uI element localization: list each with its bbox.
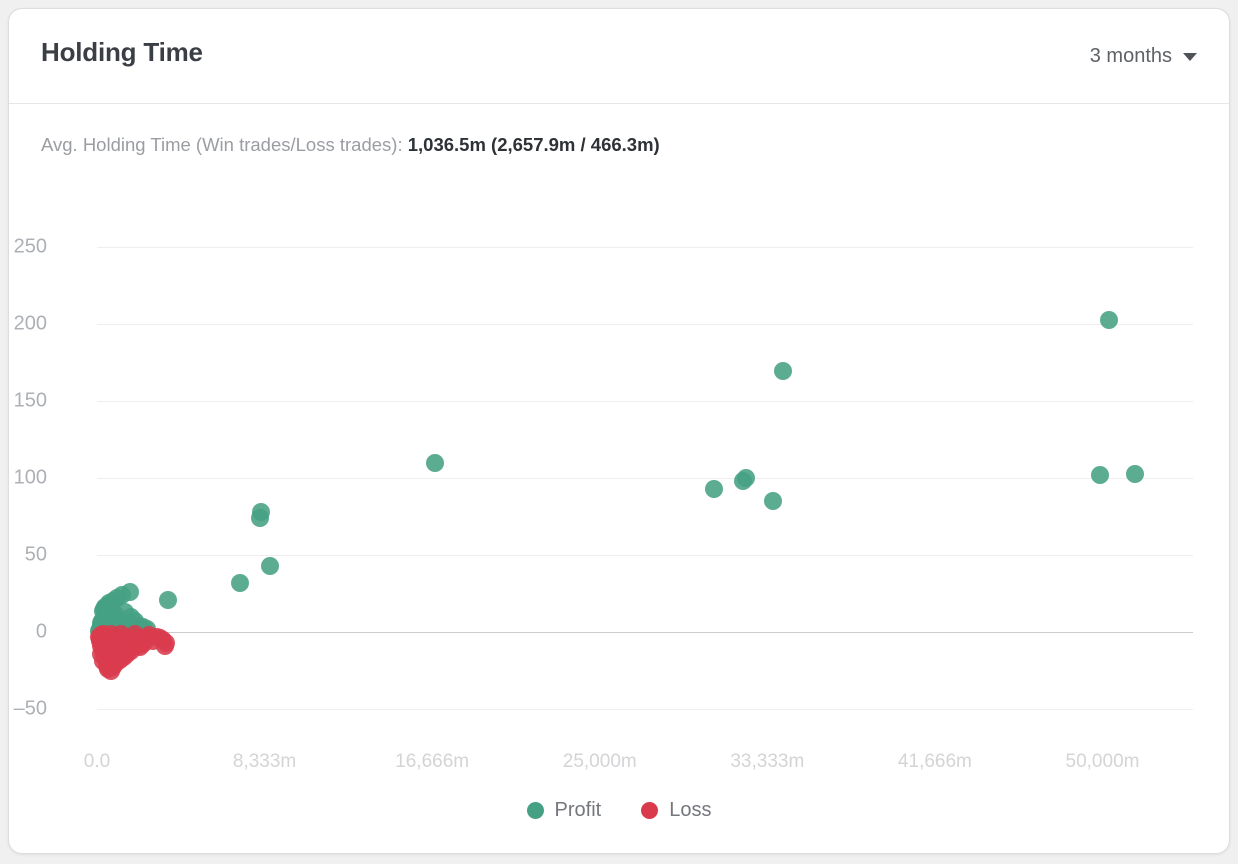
scatter-point-profit[interactable] [1099,310,1118,329]
y-axis-tick-label: 0 [35,620,47,643]
scatter-point-profit[interactable] [425,453,444,472]
x-axis-tick-label: 8,333m [232,751,297,772]
y-axis-tick-label: 100 [13,466,47,489]
scatter-point-profit[interactable] [260,556,279,575]
legend-item-profit[interactable]: Profit [526,799,602,822]
scatter-point-loss[interactable] [101,661,120,680]
scatter-point-loss[interactable] [139,629,158,648]
scatter-point-profit[interactable] [773,361,792,380]
holding-time-card: Holding Time 3 months Avg. Holding Time … [8,8,1230,854]
scatter-plot: ‒50 0 50 100 150 200 250 0.0 8,333m 16,666m 25,000… [9,199,1229,772]
y-axis-tick-label: ‒50 [13,697,47,720]
scatter-point-loss[interactable] [90,627,108,646]
x-axis-tick-label: 0.0 [83,751,111,772]
y-axis-tick-label: 250 [13,235,47,258]
scatter-point-profit[interactable] [705,480,724,498]
avg-holding-time-summary: Avg. Holding Time (Win trades/Loss trade… [41,134,660,156]
avg-holding-time-label: Avg. Holding Time (Win trades/Loss trade… [41,134,403,155]
x-axis-tick-label: 25,000m [562,751,637,772]
gridline-y [97,555,1193,557]
gridline-y [97,709,1193,710]
scatter-point-profit[interactable] [1125,464,1144,483]
scatter-point-profit[interactable] [763,492,782,511]
legend-swatch-profit-icon [526,802,544,819]
x-axis-tick-label: 16,666m [395,751,470,772]
chart-legend: Profit Loss [9,799,1229,822]
scatter-point-profit[interactable] [159,590,178,609]
y-axis-tick-label: 150 [13,389,47,412]
avg-holding-time-value: 1,036.5m (2,657.9m / 466.3m) [407,134,660,155]
gridline-y [97,247,1193,249]
time-range-dropdown[interactable]: 3 months [1090,45,1197,68]
legend-label-profit: Profit [554,799,602,821]
legend-item-loss[interactable]: Loss [641,799,711,822]
x-axis-tick-label: 50,000m [1065,751,1140,772]
page-title: Holding Time [41,37,203,67]
plot-canvas: ‒50 0 50 100 150 200 250 0.0 8,333m 16,666m 25,000… [14,229,1193,772]
chevron-down-icon [1183,52,1197,61]
gridline-y [97,478,1193,480]
scatter-point-profit[interactable] [230,573,249,592]
legend-swatch-loss-icon [641,802,659,819]
x-axis-tick-label: 33,333m [730,751,805,772]
scatter-point-profit[interactable] [736,469,755,488]
scatter-point-profit[interactable] [250,509,269,528]
card-header: Holding Time 3 months [9,9,1229,104]
gridline-y [97,324,1193,326]
legend-label-loss: Loss [669,799,712,821]
time-range-selected-value: 3 months [1089,45,1172,67]
y-axis-tick-label: 200 [13,312,47,335]
gridline-y [97,632,1193,634]
x-axis-tick-label: 41,666m [897,751,972,772]
y-axis-tick-label: 50 [24,543,47,566]
scatter-point-profit[interactable] [1091,466,1110,485]
gridline-y [97,401,1193,403]
